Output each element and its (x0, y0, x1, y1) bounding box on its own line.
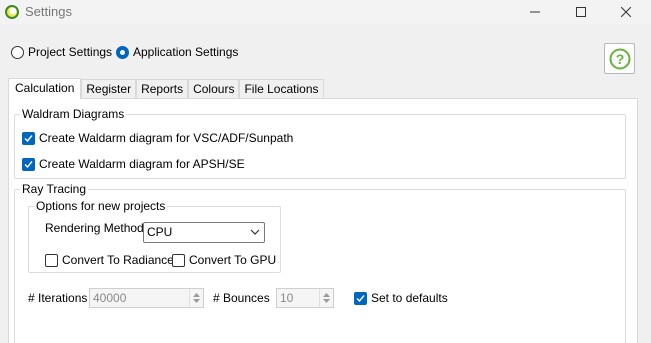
spin-up-icon (323, 293, 330, 297)
ray-tracing-group-label: Ray Tracing (20, 182, 89, 196)
vsc-waldram-label: Create Waldarm diagram for VSC/ADF/Sunpa… (39, 131, 294, 145)
minimize-button[interactable] (512, 0, 558, 24)
apsh-waldram-label: Create Waldarm diagram for APSH/SE (39, 157, 245, 171)
checkbox-indicator (354, 291, 367, 305)
iterations-label: # Iterations (28, 291, 88, 305)
checkmark-icon (356, 294, 365, 302)
title-bar: Settings (0, 0, 651, 24)
iterations-value: 40000 (93, 291, 127, 305)
tab-register[interactable]: Register (81, 79, 137, 99)
application-settings-radio[interactable]: Application Settings (116, 45, 238, 59)
settings-tabs: Calculation Register Reports Colours Fil… (8, 78, 324, 99)
set-defaults-label: Set to defaults (371, 291, 448, 305)
tab-reports[interactable]: Reports (136, 79, 189, 99)
convert-radiance-checkbox[interactable]: Convert To Radiance (45, 253, 174, 267)
close-button[interactable] (603, 0, 649, 24)
project-settings-label: Project Settings (28, 45, 113, 59)
radio-indicator (116, 45, 129, 59)
spin-up-icon (193, 293, 200, 297)
bounces-spinner[interactable]: 10 (276, 288, 334, 308)
bounces-value: 10 (280, 291, 294, 305)
bounces-spin-arrows[interactable] (319, 289, 333, 307)
vsc-waldram-checkbox[interactable]: Create Waldarm diagram for VSC/ADF/Sunpa… (22, 131, 293, 145)
iterations-spinner[interactable]: 40000 (89, 288, 204, 308)
chevron-down-icon (250, 229, 260, 235)
checkbox-indicator (45, 253, 58, 267)
project-settings-radio[interactable]: Project Settings (11, 45, 112, 59)
new-project-options-label: Options for new projects (34, 199, 168, 213)
rendering-method-select[interactable]: CPU (143, 222, 265, 243)
spin-down-icon (193, 299, 200, 303)
minimize-icon (530, 11, 540, 13)
tab-file-locations[interactable]: File Locations (239, 79, 324, 99)
convert-radiance-label: Convert To Radiance (62, 253, 174, 267)
window-title: Settings (25, 4, 72, 19)
help-icon: ? (609, 48, 630, 69)
application-settings-label: Application Settings (133, 45, 239, 59)
set-defaults-checkbox[interactable]: Set to defaults (354, 291, 448, 305)
checkbox-indicator (22, 157, 35, 171)
convert-gpu-label: Convert To GPU (189, 253, 277, 267)
rendering-method-label: Rendering Method (45, 221, 144, 235)
checkbox-indicator (172, 253, 185, 267)
svg-text:?: ? (615, 51, 624, 67)
bounces-label: # Bounces (213, 291, 270, 305)
iterations-spin-arrows[interactable] (189, 289, 203, 307)
help-button[interactable]: ? (604, 43, 635, 74)
checkbox-indicator (22, 131, 35, 145)
checkmark-icon (24, 134, 33, 142)
close-icon (621, 7, 631, 17)
rendering-method-value: CPU (147, 225, 173, 239)
app-logo-icon (5, 5, 19, 19)
spin-down-icon (323, 299, 330, 303)
tab-calculation[interactable]: Calculation (8, 78, 82, 99)
radio-indicator (11, 45, 24, 59)
tab-colours[interactable]: Colours (188, 79, 240, 99)
apsh-waldram-checkbox[interactable]: Create Waldarm diagram for APSH/SE (22, 157, 245, 171)
checkmark-icon (24, 160, 33, 168)
maximize-icon (576, 7, 586, 17)
waldram-group-label: Waldram Diagrams (20, 107, 127, 121)
maximize-button[interactable] (558, 0, 604, 24)
convert-gpu-checkbox[interactable]: Convert To GPU (172, 253, 276, 267)
